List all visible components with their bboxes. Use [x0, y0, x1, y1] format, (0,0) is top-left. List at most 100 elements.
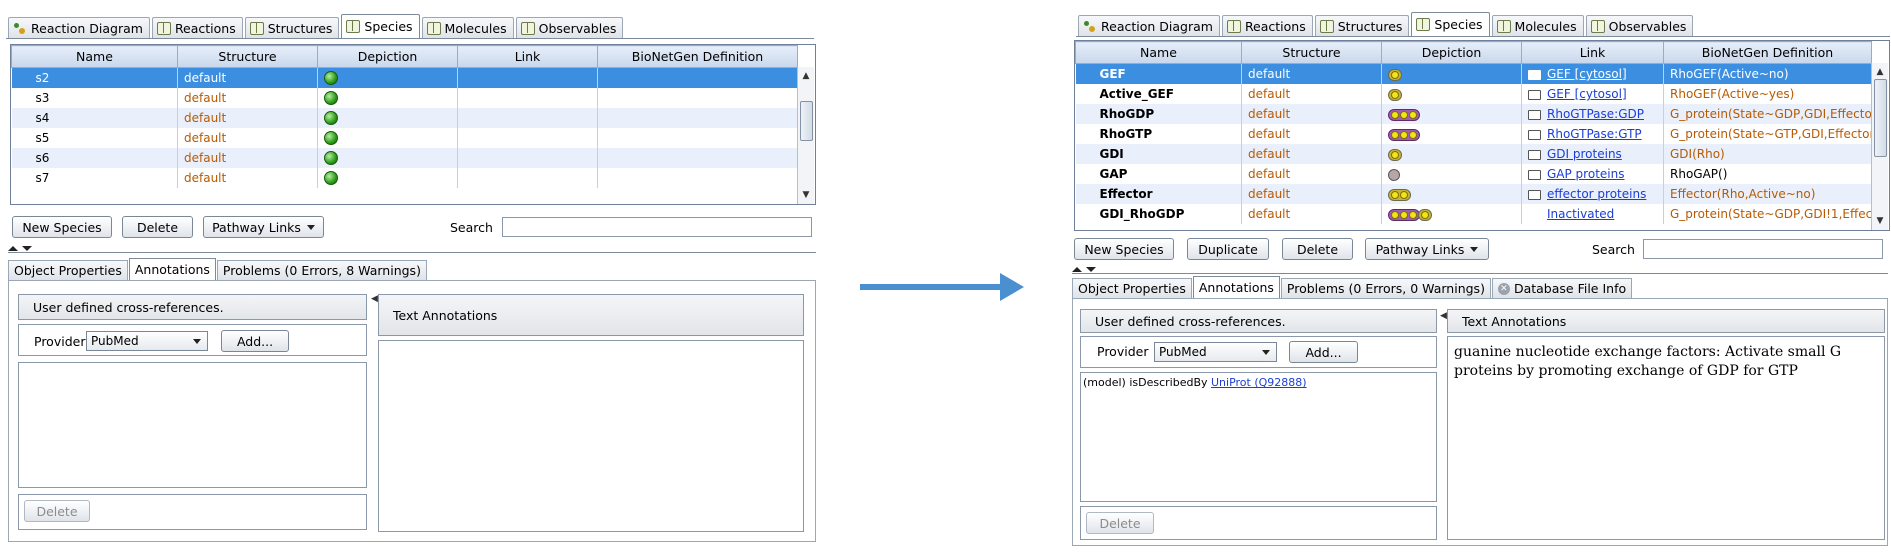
divider-arrow-icon[interactable]: ◀ [371, 294, 378, 304]
species-link[interactable]: GDI proteins [1547, 147, 1622, 161]
tab-reaction-diagram[interactable]: Reaction Diagram [1078, 15, 1220, 36]
provider-select[interactable]: PubMed [86, 331, 208, 351]
delete-species-button[interactable]: Delete [122, 216, 193, 238]
species-link[interactable]: RhoGTPase:GTP [1547, 127, 1642, 141]
species-definition: G_protein(State~GDP,GDI!1,Effect [1670, 207, 1872, 221]
col-definition[interactable]: BioNetGen Definition [597, 45, 798, 68]
tab-species[interactable]: Species [341, 14, 420, 38]
tab-species[interactable]: Species [1411, 12, 1490, 36]
tab-problems[interactable]: Problems (0 Errors, 0 Warnings) [1280, 278, 1491, 298]
tab-divider [1076, 36, 1890, 37]
tab-label: Observables [1608, 18, 1687, 34]
expand-down-icon[interactable] [22, 246, 32, 251]
delete-xref-button[interactable]: Delete [24, 500, 90, 522]
col-name[interactable]: Name [11, 45, 178, 68]
species-link[interactable] [457, 128, 598, 148]
species-link[interactable] [457, 148, 598, 168]
tab-object-properties[interactable]: Object Properties [1072, 278, 1192, 298]
species-link[interactable]: GAP proteins [1547, 167, 1624, 181]
tab-molecules[interactable]: Molecules [1491, 15, 1584, 36]
add-xref-button[interactable]: Add... [1289, 341, 1358, 363]
col-structure[interactable]: Structure [177, 45, 318, 68]
table-row[interactable]: s4 default [11, 108, 798, 128]
col-link[interactable]: Link [1521, 41, 1664, 64]
species-link[interactable] [457, 108, 598, 128]
species-link[interactable] [457, 88, 598, 108]
provider-select[interactable]: PubMed [1154, 342, 1277, 362]
pathway-links-button[interactable]: Pathway Links [1365, 238, 1489, 260]
tab-problems[interactable]: Problems (0 Errors, 8 Warnings) [216, 260, 427, 280]
collapse-up-icon[interactable] [8, 246, 18, 251]
col-link[interactable]: Link [457, 45, 598, 68]
table-scrollbar[interactable]: ▲ ▼ [797, 67, 814, 204]
table-row[interactable]: s6 default [11, 148, 798, 168]
tab-structures[interactable]: Structures [1314, 15, 1410, 36]
search-input[interactable] [1643, 239, 1883, 259]
species-link[interactable]: GEF [cytosol] [1547, 87, 1627, 101]
tab-structures[interactable]: Structures [244, 17, 340, 38]
delete-xref-button[interactable]: Delete [1086, 512, 1154, 534]
scroll-up-icon[interactable]: ▲ [1872, 65, 1888, 79]
table-row[interactable]: GDI_RhoGDP default Inactivated G_protein… [1075, 204, 1872, 224]
tab-observables[interactable]: Observables [515, 17, 624, 38]
tab-reactions[interactable]: Reactions [151, 17, 243, 38]
table-row[interactable]: GDI default GDI proteins GDI(Rho) [1075, 144, 1872, 164]
col-depiction[interactable]: Depiction [1381, 41, 1522, 64]
scroll-up-icon[interactable]: ▲ [798, 69, 814, 83]
tab-annotations[interactable]: Annotations [1192, 276, 1280, 298]
table-scrollbar[interactable]: ▲ ▼ [1871, 63, 1888, 230]
species-link[interactable]: RhoGTPase:GDP [1547, 107, 1644, 121]
xref-list[interactable] [18, 362, 367, 488]
species-link[interactable]: GEF [cytosol] [1547, 67, 1627, 81]
tab-reactions[interactable]: Reactions [1221, 15, 1313, 36]
table-row[interactable]: s7 default [11, 168, 798, 188]
xref-link-uniprot[interactable]: UniProt (Q92888) [1211, 376, 1307, 389]
tab-label: Observables [538, 20, 617, 36]
table-row[interactable]: Effector default effector proteins Effec… [1075, 184, 1872, 204]
scroll-down-icon[interactable]: ▼ [1872, 214, 1888, 228]
duplicate-species-button[interactable]: Duplicate [1187, 238, 1269, 260]
add-xref-button[interactable]: Add... [221, 330, 289, 352]
tab-annotations[interactable]: Annotations [128, 258, 216, 280]
tab-object-properties[interactable]: Object Properties [8, 260, 128, 280]
new-species-button[interactable]: New Species [1074, 238, 1174, 260]
tab-observables[interactable]: Observables [1585, 15, 1694, 36]
search-input[interactable] [502, 217, 812, 237]
table-row[interactable]: Active_GEF default GEF [cytosol] RhoGEF(… [1075, 84, 1872, 104]
xref-list[interactable]: (model) isDescribedBy UniProt (Q92888) [1080, 372, 1437, 502]
col-structure[interactable]: Structure [1241, 41, 1382, 64]
scroll-thumb[interactable] [800, 101, 813, 141]
table-row[interactable]: s2 default [11, 67, 798, 88]
table-row[interactable]: GEF default GEF [cytosol] RhoGEF(Active~… [1075, 63, 1872, 84]
scroll-thumb[interactable] [1874, 79, 1887, 157]
tab-molecules[interactable]: Molecules [421, 17, 514, 38]
species-structure: default [1248, 207, 1291, 221]
tab-reaction-diagram[interactable]: Reaction Diagram [8, 17, 150, 38]
col-depiction[interactable]: Depiction [317, 45, 458, 68]
table-row[interactable]: s5 default [11, 128, 798, 148]
pathway-links-button[interactable]: Pathway Links [203, 216, 324, 238]
table-row[interactable]: RhoGTP default RhoGTPase:GTP G_protein(S… [1075, 124, 1872, 144]
table-row[interactable]: s3 default [11, 88, 798, 108]
species-structure: default [184, 131, 227, 145]
table-row[interactable]: GAP default GAP proteins RhoGAP() [1075, 164, 1872, 184]
divider-arrow-icon[interactable]: ◀ [1440, 311, 1447, 321]
xref-header: User defined cross-references. [1080, 309, 1437, 333]
new-species-button[interactable]: New Species [12, 216, 112, 238]
species-link[interactable]: Inactivated [1547, 207, 1614, 221]
species-definition [597, 128, 798, 148]
scroll-down-icon[interactable]: ▼ [798, 188, 814, 202]
collapse-up-icon[interactable] [1072, 267, 1082, 272]
expand-down-icon[interactable] [1086, 267, 1096, 272]
table-row[interactable]: RhoGDP default RhoGTPase:GDP G_protein(S… [1075, 104, 1872, 124]
col-name[interactable]: Name [1075, 41, 1242, 64]
species-link[interactable] [457, 67, 598, 88]
text-annotations-body[interactable]: guanine nucleotide exchange factors: Act… [1447, 336, 1885, 540]
close-icon[interactable]: ✕ [1497, 282, 1510, 295]
delete-species-button[interactable]: Delete [1282, 238, 1353, 260]
species-link[interactable] [457, 168, 598, 188]
species-link[interactable]: effector proteins [1547, 187, 1646, 201]
text-annotations-body[interactable] [378, 340, 804, 532]
tab-database-file-info[interactable]: ✕ Database File Info [1491, 278, 1633, 298]
col-definition[interactable]: BioNetGen Definition [1663, 41, 1872, 64]
